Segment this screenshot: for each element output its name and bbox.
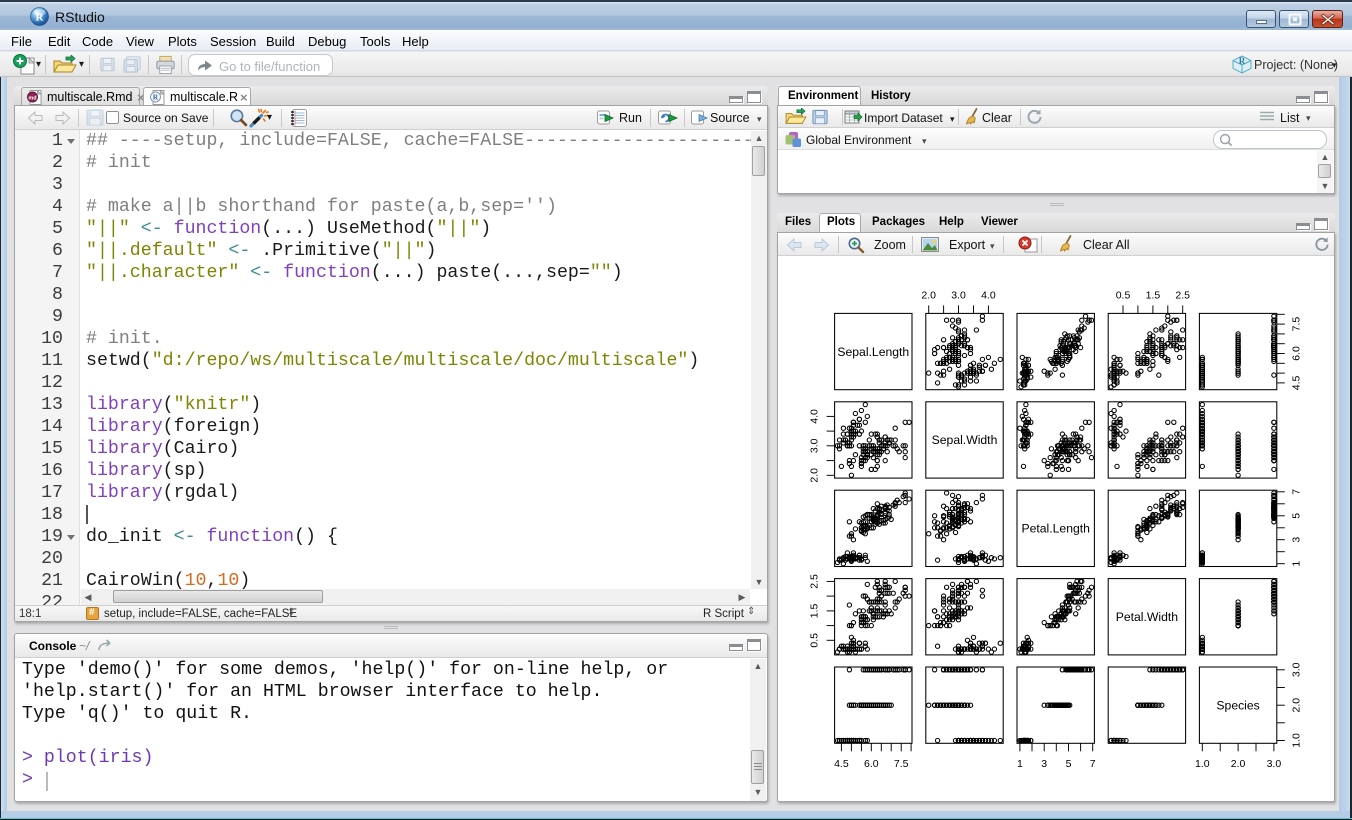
svg-text:1: 1: [1017, 758, 1023, 770]
svg-text:7: 7: [1090, 758, 1096, 770]
svg-text:4.0: 4.0: [981, 290, 996, 302]
svg-text:6.0: 6.0: [1291, 346, 1303, 361]
svg-text:3: 3: [1041, 758, 1047, 770]
svg-text:Petal.Width: Petal.Width: [1116, 610, 1178, 624]
svg-text:3.0: 3.0: [809, 438, 821, 453]
svg-text:Petal.Length: Petal.Length: [1021, 522, 1089, 536]
svg-text:1.0: 1.0: [1195, 758, 1210, 770]
svg-text:2.0: 2.0: [809, 468, 821, 483]
svg-text:2.0: 2.0: [1231, 758, 1246, 770]
svg-text:Species: Species: [1216, 698, 1259, 712]
svg-text:1: 1: [1291, 561, 1303, 567]
svg-text:6.0: 6.0: [864, 758, 879, 770]
svg-text:1.5: 1.5: [1146, 290, 1161, 302]
svg-text:1.0: 1.0: [1291, 733, 1303, 748]
svg-text:R: R: [153, 93, 159, 102]
svg-text:2.0: 2.0: [1291, 698, 1303, 713]
svg-text:5: 5: [1066, 758, 1072, 770]
svg-text:1.5: 1.5: [809, 603, 821, 618]
svg-text:0.5: 0.5: [809, 633, 821, 648]
svg-text:Sepal.Width: Sepal.Width: [932, 433, 998, 447]
svg-text:4.0: 4.0: [809, 409, 821, 424]
svg-text:3: 3: [1291, 537, 1303, 543]
svg-text:2.5: 2.5: [1175, 290, 1190, 302]
svg-text:5: 5: [1291, 513, 1303, 519]
svg-text:3.0: 3.0: [951, 290, 966, 302]
svg-text:R: R: [1239, 56, 1246, 66]
svg-text:4.5: 4.5: [1291, 375, 1303, 390]
svg-text:R: R: [36, 12, 45, 24]
svg-text:3.0: 3.0: [1267, 758, 1282, 770]
svg-text:2.0: 2.0: [921, 290, 936, 302]
svg-text:7.5: 7.5: [894, 758, 909, 770]
svg-text:Sepal.Length: Sepal.Length: [837, 345, 909, 359]
svg-text:7: 7: [1291, 489, 1303, 495]
svg-text:md: md: [28, 95, 36, 101]
svg-text:2.5: 2.5: [809, 574, 821, 589]
svg-text:0.5: 0.5: [1116, 290, 1131, 302]
svg-text:3.0: 3.0: [1291, 662, 1303, 677]
svg-text:4.5: 4.5: [834, 758, 849, 770]
svg-text:7.5: 7.5: [1291, 317, 1303, 332]
